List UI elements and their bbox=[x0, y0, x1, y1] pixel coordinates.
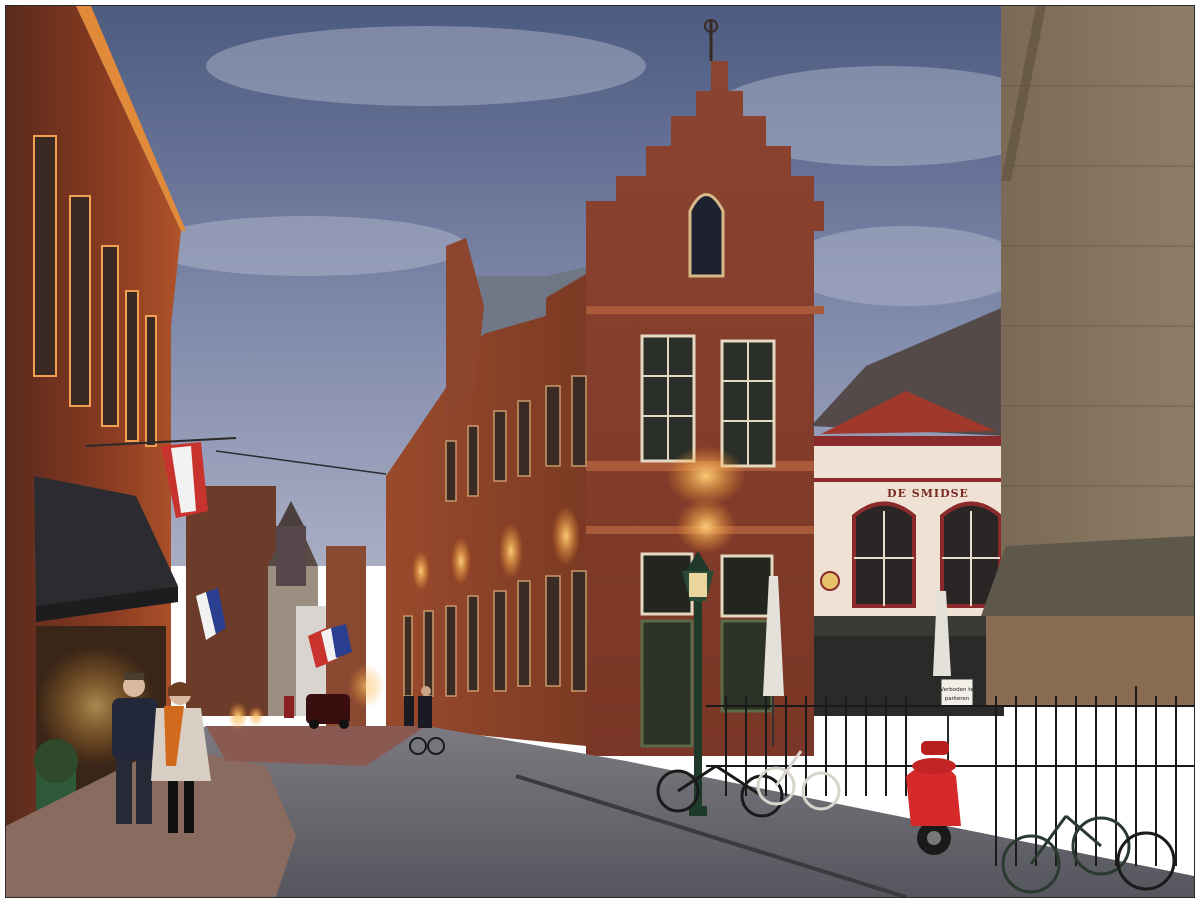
placard-line1: Verboden te bbox=[940, 687, 974, 693]
parked-car bbox=[306, 694, 350, 729]
street-photo: DE SMIDSE Verboden te parkeren bbox=[5, 5, 1195, 898]
photo-frame: DE SMIDSE Verboden te parkeren bbox=[0, 0, 1200, 903]
placard-line2: parkeren bbox=[945, 696, 970, 702]
shop-sign: DE SMIDSE bbox=[887, 487, 969, 500]
church-wall bbox=[981, 6, 1194, 706]
street-scene: DE SMIDSE Verboden te parkeren bbox=[6, 6, 1194, 897]
